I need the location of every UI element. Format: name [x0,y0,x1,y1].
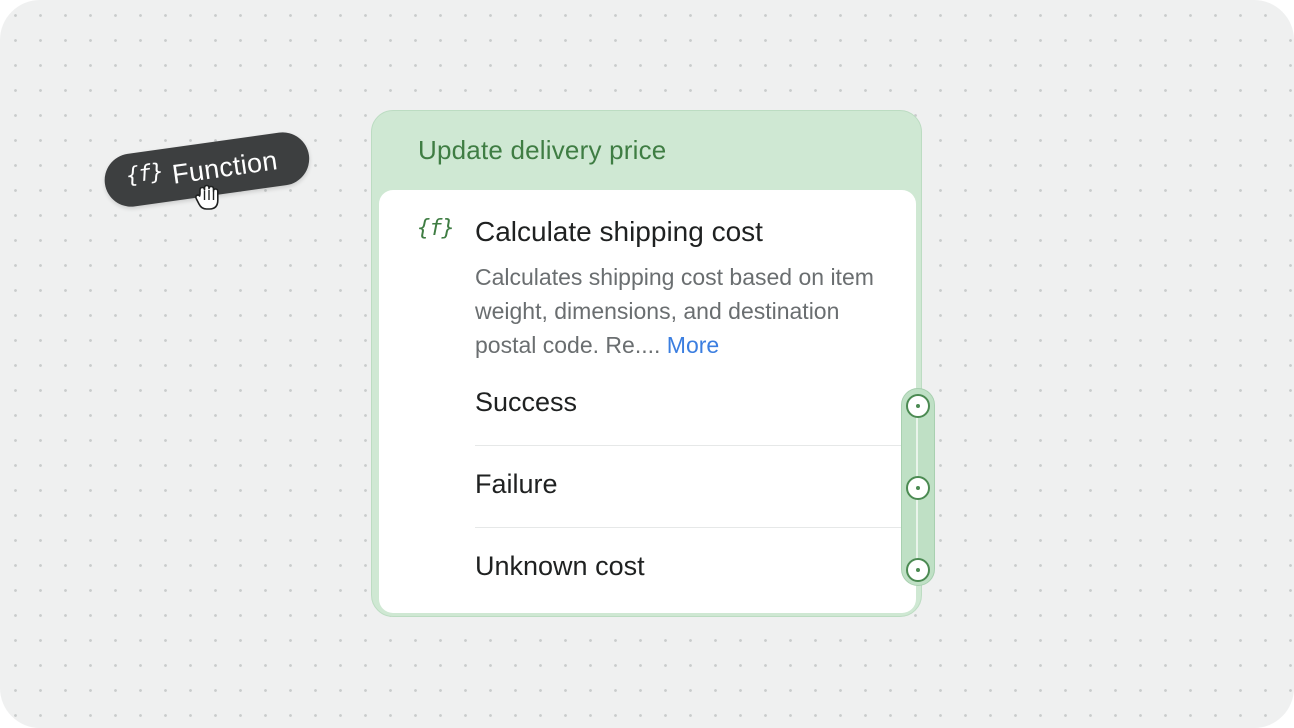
flow-canvas[interactable]: Update delivery price {f} Calculate ship… [0,0,1294,728]
flow-node-update-delivery-price[interactable]: Update delivery price {f} Calculate ship… [371,110,922,617]
output-row-success: Success [475,364,901,446]
function-description: Calculates shipping cost based on item w… [475,260,885,362]
more-link[interactable]: More [667,332,719,358]
function-icon: {f} [417,216,455,241]
function-title: Calculate shipping cost [475,216,763,247]
node-body[interactable]: {f} Calculate shipping cost Calculates s… [379,190,916,613]
function-icon: {f} [124,159,165,190]
output-port-success[interactable] [906,394,930,418]
output-list: Success Failure Unknown cost [475,364,901,609]
node-title: Update delivery price [418,135,667,165]
output-label: Unknown cost [475,551,645,581]
grab-hand-cursor-icon [195,184,219,210]
output-row-unknown-cost: Unknown cost [475,528,901,609]
chip-label: Function [170,145,280,190]
output-label: Failure [475,469,558,499]
output-port-failure[interactable] [906,476,930,500]
output-row-failure: Failure [475,446,901,528]
output-port-unknown-cost[interactable] [906,558,930,582]
output-label: Success [475,387,578,417]
